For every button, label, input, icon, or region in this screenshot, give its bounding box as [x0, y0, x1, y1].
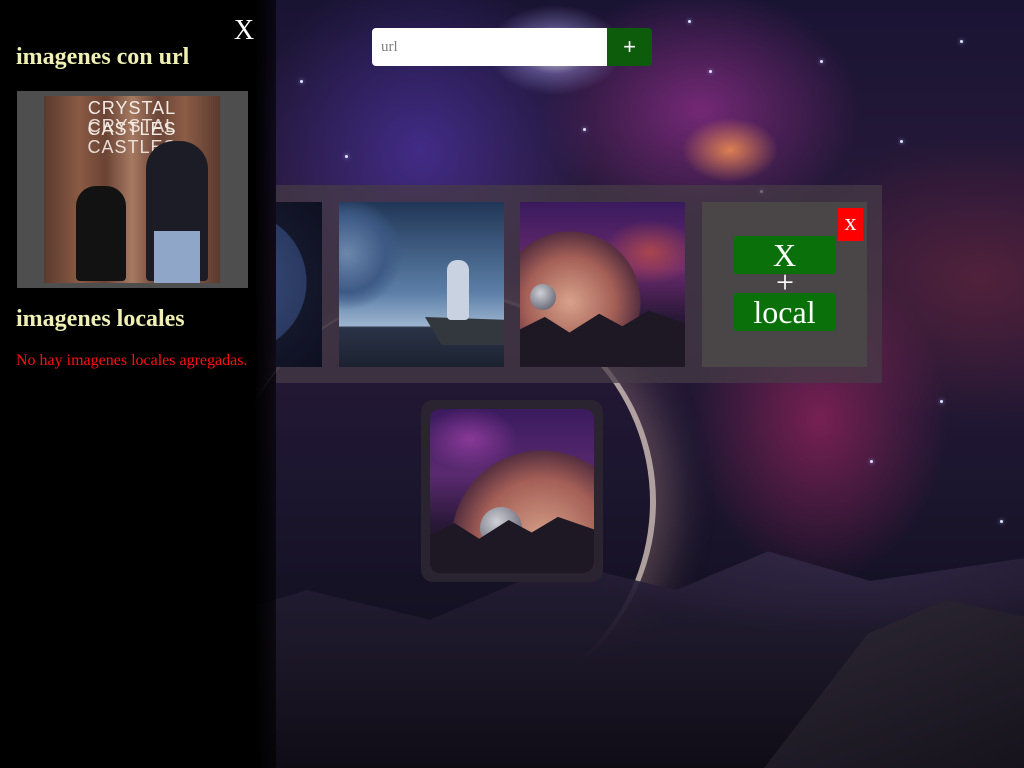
carousel-slide-planet-partial[interactable]: [276, 202, 322, 367]
local-images-heading: imagenes locales: [16, 306, 185, 332]
add-local-button[interactable]: local: [734, 293, 835, 331]
preview-image: [430, 409, 594, 573]
close-sidebar-button[interactable]: X: [232, 14, 256, 48]
no-local-images-message: No hay imagenes locales agregadas.: [16, 352, 248, 369]
album-figure-right-legs: [154, 231, 200, 283]
local-image-card: x X + local: [702, 202, 867, 367]
album-cover-image: CRYSTAL CASTLES CRYSTAL CASTLES: [44, 96, 220, 283]
delete-card-button[interactable]: x: [838, 208, 863, 241]
astronaut-cliff: [425, 317, 504, 345]
url-image-thumbnail[interactable]: CRYSTAL CASTLES CRYSTAL CASTLES: [17, 91, 248, 288]
slide-moon: [530, 284, 556, 310]
image-carousel: x X + local: [276, 185, 882, 383]
sidebar-panel: X imagenes con url CRYSTAL CASTLES CRYST…: [0, 0, 276, 768]
carousel-slide-astronaut[interactable]: [339, 202, 504, 367]
selected-image-preview[interactable]: [421, 400, 603, 582]
carousel-slide-planet[interactable]: [520, 202, 685, 367]
url-images-heading: imagenes con url: [16, 44, 190, 70]
add-url-button[interactable]: +: [607, 28, 652, 66]
album-figure-left: [76, 186, 126, 281]
astronaut-figure: [447, 260, 469, 320]
url-input[interactable]: [372, 28, 607, 66]
slide-ground: [520, 310, 685, 367]
